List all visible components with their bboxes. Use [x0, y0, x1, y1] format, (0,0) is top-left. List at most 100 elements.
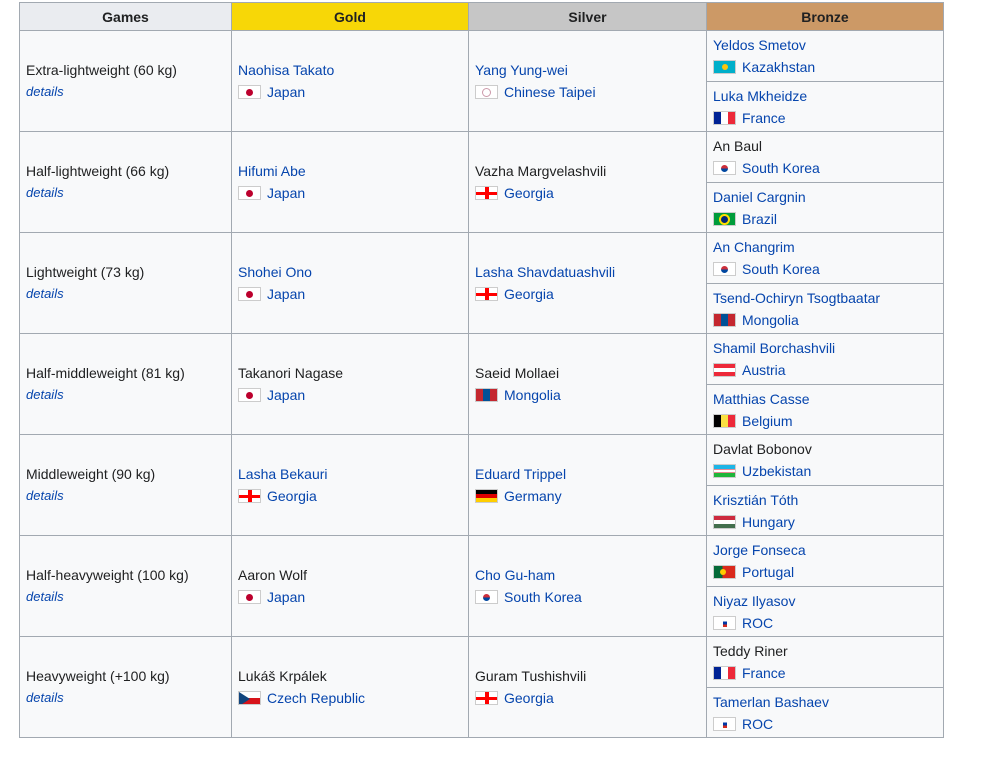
event-name: Middleweight (90 kg): [26, 466, 156, 482]
bronze-athlete-link[interactable]: Shamil Borchashvili: [713, 337, 937, 359]
bronze-athlete-link[interactable]: An Baul: [713, 135, 937, 157]
gold-athlete-link[interactable]: Lukáš Krpálek: [238, 665, 462, 687]
bronze-entry: Krisztián Tóth Hungary: [707, 485, 943, 535]
bronze-country-link[interactable]: ROC: [742, 716, 773, 732]
bronze-athlete-link[interactable]: Yeldos Smetov: [713, 34, 937, 56]
bronze-athlete-link[interactable]: Matthias Casse: [713, 388, 937, 410]
table-row: Half-heavyweight (100 kg) details Aaron …: [19, 535, 944, 637]
gold-country-link[interactable]: Czech Republic: [267, 690, 365, 706]
event-cell: Extra-lightweight (60 kg) details: [19, 30, 232, 132]
south-korea-flag-icon: [713, 161, 736, 175]
bronze-entry: An Baul South Korea: [707, 132, 943, 182]
bronze-country-link[interactable]: France: [742, 110, 786, 126]
gold-cell: Naohisa Takato Japan: [231, 30, 469, 132]
silver-athlete-link[interactable]: Lasha Shavdatuashvili: [475, 261, 700, 283]
gold-athlete-link[interactable]: Takanori Nagase: [238, 362, 462, 384]
bronze-country-link[interactable]: France: [742, 665, 786, 681]
chinese-taipei-flag-icon: [475, 85, 498, 99]
bronze-entry: Davlat Bobonov Uzbekistan: [707, 435, 943, 485]
header-gold: Gold: [231, 2, 469, 31]
bronze-country-link[interactable]: Austria: [742, 362, 786, 378]
gold-country-link[interactable]: Japan: [267, 185, 305, 201]
gold-country-link[interactable]: Georgia: [267, 488, 317, 504]
header-bronze: Bronze: [706, 2, 944, 31]
gold-country-link[interactable]: Japan: [267, 84, 305, 100]
table-row: Lightweight (73 kg) details Shohei Ono J…: [19, 232, 944, 334]
bronze-cell: An Baul South Korea Daniel Cargnin Brazi…: [706, 131, 944, 233]
roc-flag-icon: [713, 716, 736, 731]
silver-country-link[interactable]: Georgia: [504, 286, 554, 302]
gold-country-link[interactable]: Japan: [267, 387, 305, 403]
south-korea-flag-icon: [713, 262, 736, 276]
details-link[interactable]: details: [26, 687, 225, 709]
gold-cell: Aaron Wolf Japan: [231, 535, 469, 637]
silver-country-link[interactable]: Germany: [504, 488, 562, 504]
bronze-athlete-link[interactable]: Tamerlan Bashaev: [713, 691, 937, 713]
bronze-country-link[interactable]: South Korea: [742, 261, 820, 277]
silver-country-link[interactable]: Mongolia: [504, 387, 561, 403]
silver-athlete-link[interactable]: Saeid Mollaei: [475, 362, 700, 384]
bronze-entry: Luka Mkheidze France: [707, 81, 943, 131]
details-link[interactable]: details: [26, 182, 225, 204]
bronze-athlete-link[interactable]: Daniel Cargnin: [713, 186, 937, 208]
silver-cell: Cho Gu-ham South Korea: [468, 535, 707, 637]
gold-country-link[interactable]: Japan: [267, 286, 305, 302]
gold-cell: Shohei Ono Japan: [231, 232, 469, 334]
bronze-country-link[interactable]: Portugal: [742, 564, 794, 580]
details-link[interactable]: details: [26, 485, 225, 507]
silver-country-link[interactable]: Georgia: [504, 185, 554, 201]
bronze-country-link[interactable]: Hungary: [742, 514, 795, 530]
bronze-athlete-link[interactable]: Tsend-Ochiryn Tsogtbaatar: [713, 287, 937, 309]
bronze-country-link[interactable]: Uzbekistan: [742, 463, 811, 479]
gold-athlete-link[interactable]: Hifumi Abe: [238, 160, 462, 182]
bronze-athlete-link[interactable]: Davlat Bobonov: [713, 438, 937, 460]
south-korea-flag-icon: [475, 590, 498, 604]
silver-athlete-link[interactable]: Guram Tushishvili: [475, 665, 700, 687]
gold-athlete-link[interactable]: Lasha Bekauri: [238, 463, 462, 485]
details-link[interactable]: details: [26, 283, 225, 305]
bronze-country-link[interactable]: Mongolia: [742, 312, 799, 328]
silver-athlete-link[interactable]: Eduard Trippel: [475, 463, 700, 485]
bronze-athlete-link[interactable]: Luka Mkheidze: [713, 85, 937, 107]
bronze-cell: Yeldos Smetov Kazakhstan Luka Mkheidze F…: [706, 30, 944, 132]
bronze-country-link[interactable]: South Korea: [742, 160, 820, 176]
event-cell: Middleweight (90 kg) details: [19, 434, 232, 536]
silver-athlete-link[interactable]: Yang Yung-wei: [475, 59, 700, 81]
event-name: Heavyweight (+100 kg): [26, 668, 170, 684]
bronze-athlete-link[interactable]: Krisztián Tóth: [713, 489, 937, 511]
bronze-entry: Daniel Cargnin Brazil: [707, 182, 943, 232]
gold-cell: Lasha Bekauri Georgia: [231, 434, 469, 536]
gold-athlete-link[interactable]: Aaron Wolf: [238, 564, 462, 586]
gold-athlete-link[interactable]: Shohei Ono: [238, 261, 462, 283]
silver-country-link[interactable]: Chinese Taipei: [504, 84, 596, 100]
details-link[interactable]: details: [26, 81, 225, 103]
gold-country-link[interactable]: Japan: [267, 589, 305, 605]
gold-cell: Takanori Nagase Japan: [231, 333, 469, 435]
bronze-country-link[interactable]: ROC: [742, 615, 773, 631]
silver-cell: Vazha Margvelashvili Georgia: [468, 131, 707, 233]
gold-athlete-link[interactable]: Naohisa Takato: [238, 59, 462, 81]
japan-flag-icon: [238, 388, 261, 402]
table-row: Heavyweight (+100 kg) details Lukáš Krpá…: [19, 636, 944, 738]
details-link[interactable]: details: [26, 586, 225, 608]
table-row: Half-middleweight (81 kg) details Takano…: [19, 333, 944, 435]
silver-athlete-link[interactable]: Vazha Margvelashvili: [475, 160, 700, 182]
bronze-athlete-link[interactable]: An Changrim: [713, 236, 937, 258]
bronze-country-link[interactable]: Belgium: [742, 413, 793, 429]
table-row: Middleweight (90 kg) details Lasha Bekau…: [19, 434, 944, 536]
details-link[interactable]: details: [26, 384, 225, 406]
japan-flag-icon: [238, 590, 261, 604]
georgia-flag-icon: [475, 186, 498, 200]
roc-flag-icon: [713, 615, 736, 630]
bronze-athlete-link[interactable]: Jorge Fonseca: [713, 539, 937, 561]
bronze-cell: Jorge Fonseca Portugal Niyaz Ilyasov ROC: [706, 535, 944, 637]
silver-athlete-link[interactable]: Cho Gu-ham: [475, 564, 700, 586]
portugal-flag-icon: [713, 565, 736, 579]
bronze-country-link[interactable]: Brazil: [742, 211, 777, 227]
france-flag-icon: [713, 110, 736, 125]
bronze-athlete-link[interactable]: Teddy Riner: [713, 640, 937, 662]
bronze-athlete-link[interactable]: Niyaz Ilyasov: [713, 590, 937, 612]
bronze-country-link[interactable]: Kazakhstan: [742, 59, 815, 75]
silver-country-link[interactable]: South Korea: [504, 589, 582, 605]
silver-country-link[interactable]: Georgia: [504, 690, 554, 706]
